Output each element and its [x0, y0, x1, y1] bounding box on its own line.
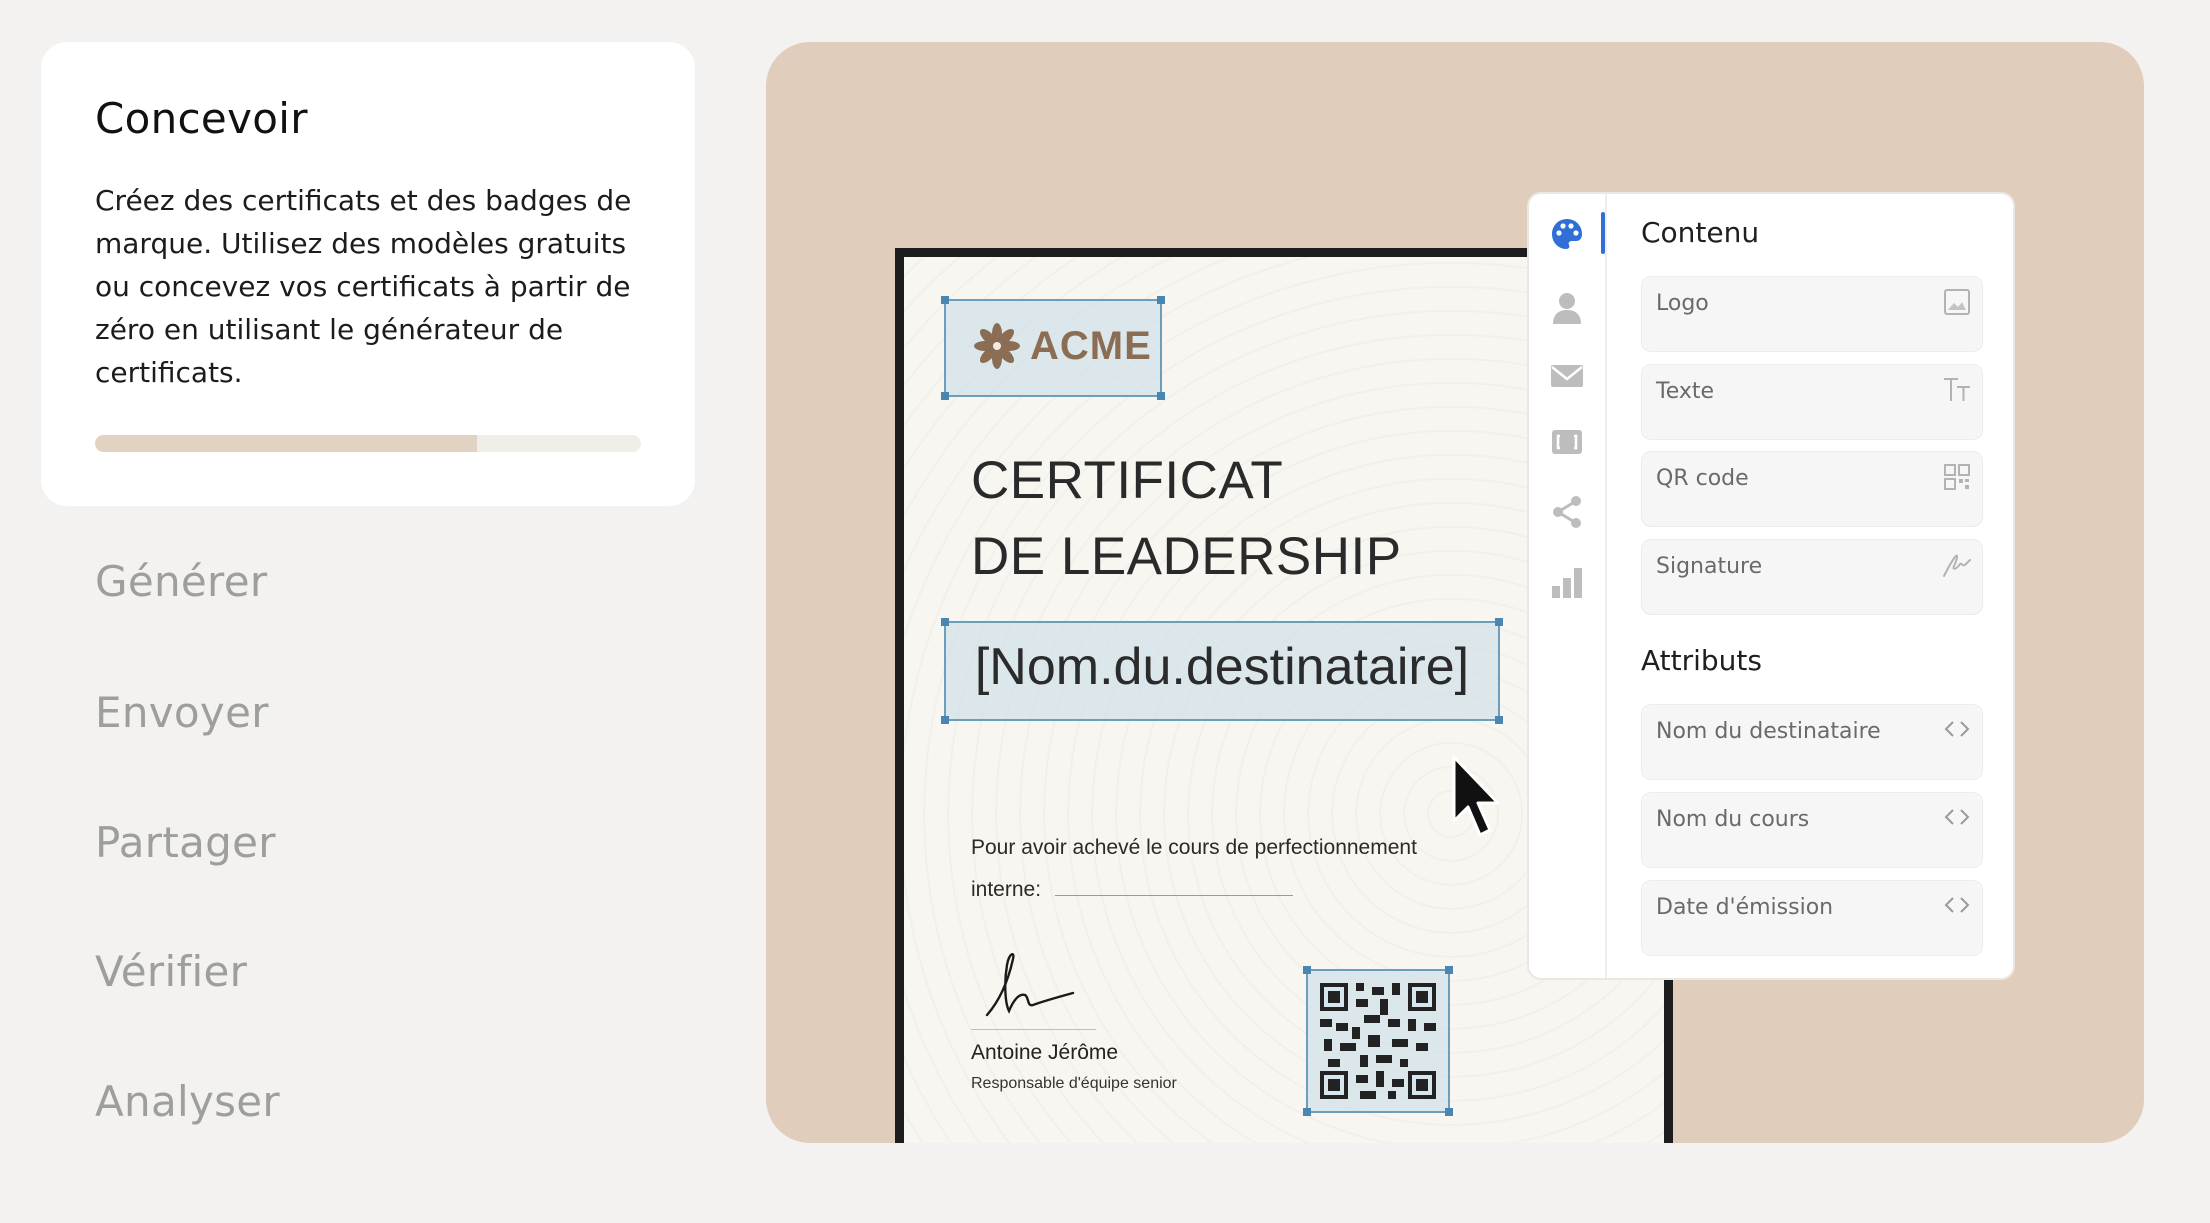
content-item-label: Texte [1656, 379, 1715, 404]
content-item-logo[interactable]: Logo [1641, 276, 1983, 352]
body-line-1: Pour avoir achevé le cours de perfection… [971, 836, 1417, 859]
content-item-signature[interactable]: Signature [1641, 539, 1983, 615]
editor-stage: ACME CERTIFICAT DE LEADERSHIP [Nom.du.de… [766, 42, 2144, 1143]
image-icon [1944, 289, 1970, 315]
certificate-title[interactable]: CERTIFICAT DE LEADERSHIP [971, 443, 1402, 595]
text-icon [1944, 378, 1970, 401]
content-item-texte[interactable]: Texte [1641, 364, 1983, 440]
attribute-item-issue-date[interactable]: Date d'émission [1641, 880, 1983, 956]
qr-code-icon [1320, 983, 1436, 1099]
title-line-1: CERTIFICAT [971, 451, 1284, 510]
attribute-item-label: Nom du cours [1656, 807, 1810, 832]
attribute-item-recipient-name[interactable]: Nom du destinataire [1641, 704, 1983, 780]
content-item-qr-code[interactable]: QR code [1641, 451, 1983, 527]
user-icon[interactable] [1549, 290, 1585, 326]
content-item-label: QR code [1656, 466, 1749, 491]
signer-name: Antoine Jérôme [971, 1041, 1119, 1064]
signature-icon [1943, 554, 1971, 577]
content-item-label: Logo [1656, 291, 1709, 316]
certificate-body[interactable]: Pour avoir achevé le cours de perfection… [971, 827, 1417, 911]
tool-rail [1529, 194, 1607, 978]
attribute-item-course-name[interactable]: Nom du cours [1641, 792, 1983, 868]
properties-panel: Contenu Logo Texte QR code Signature Att… [1527, 192, 2015, 980]
recipient-placeholder: [Nom.du.destinataire] [974, 638, 1470, 696]
step-generer[interactable]: Générer [95, 557, 267, 606]
attribute-item-label: Date d'émission [1656, 895, 1834, 920]
signer-role: Responsable d'équipe senior [971, 1075, 1177, 1092]
step-analyser[interactable]: Analyser [95, 1077, 280, 1126]
code-icon [1944, 809, 1970, 825]
code-icon [1944, 897, 1970, 913]
active-tool-indicator [1601, 212, 1605, 254]
active-step-card[interactable]: Concevoir Créez des certificats et des b… [41, 42, 695, 506]
logo-selection[interactable]: ACME [941, 296, 1165, 400]
step-partager[interactable]: Partager [95, 818, 276, 867]
step-description: Créez des certificats et des badges de m… [95, 184, 632, 389]
course-blank-line [1055, 885, 1294, 896]
flower-logo-icon [974, 323, 1020, 369]
mouse-cursor-icon [1452, 755, 1500, 837]
logo-text: ACME [1030, 323, 1152, 368]
content-section-header: Contenu [1641, 216, 1760, 249]
step-envoyer[interactable]: Envoyer [95, 688, 269, 737]
attributes-section-header: Attributs [1641, 644, 1762, 677]
qr-code-selection[interactable] [1303, 966, 1453, 1116]
chart-icon[interactable] [1549, 564, 1585, 600]
attribute-item-label: Nom du destinataire [1656, 719, 1881, 744]
content-item-label: Signature [1656, 554, 1763, 579]
step-progress-fill [95, 435, 478, 452]
step-verifier[interactable]: Vérifier [95, 947, 247, 996]
share-icon[interactable] [1549, 494, 1585, 530]
palette-icon[interactable] [1549, 216, 1585, 252]
frame-icon[interactable] [1549, 424, 1585, 460]
title-line-2: DE LEADERSHIP [971, 527, 1402, 586]
signature-line [971, 1029, 1096, 1030]
recipient-name-selection[interactable]: [Nom.du.destinataire] [941, 618, 1503, 724]
step-progress-bar [95, 435, 641, 452]
qr-icon [1944, 464, 1970, 490]
acme-logo: ACME [972, 321, 1152, 371]
mail-icon[interactable] [1549, 358, 1585, 394]
code-icon [1944, 721, 1970, 737]
signature-icon[interactable] [979, 947, 1119, 1027]
step-title: Concevoir [95, 94, 308, 143]
body-line-2: interne: [971, 878, 1042, 901]
